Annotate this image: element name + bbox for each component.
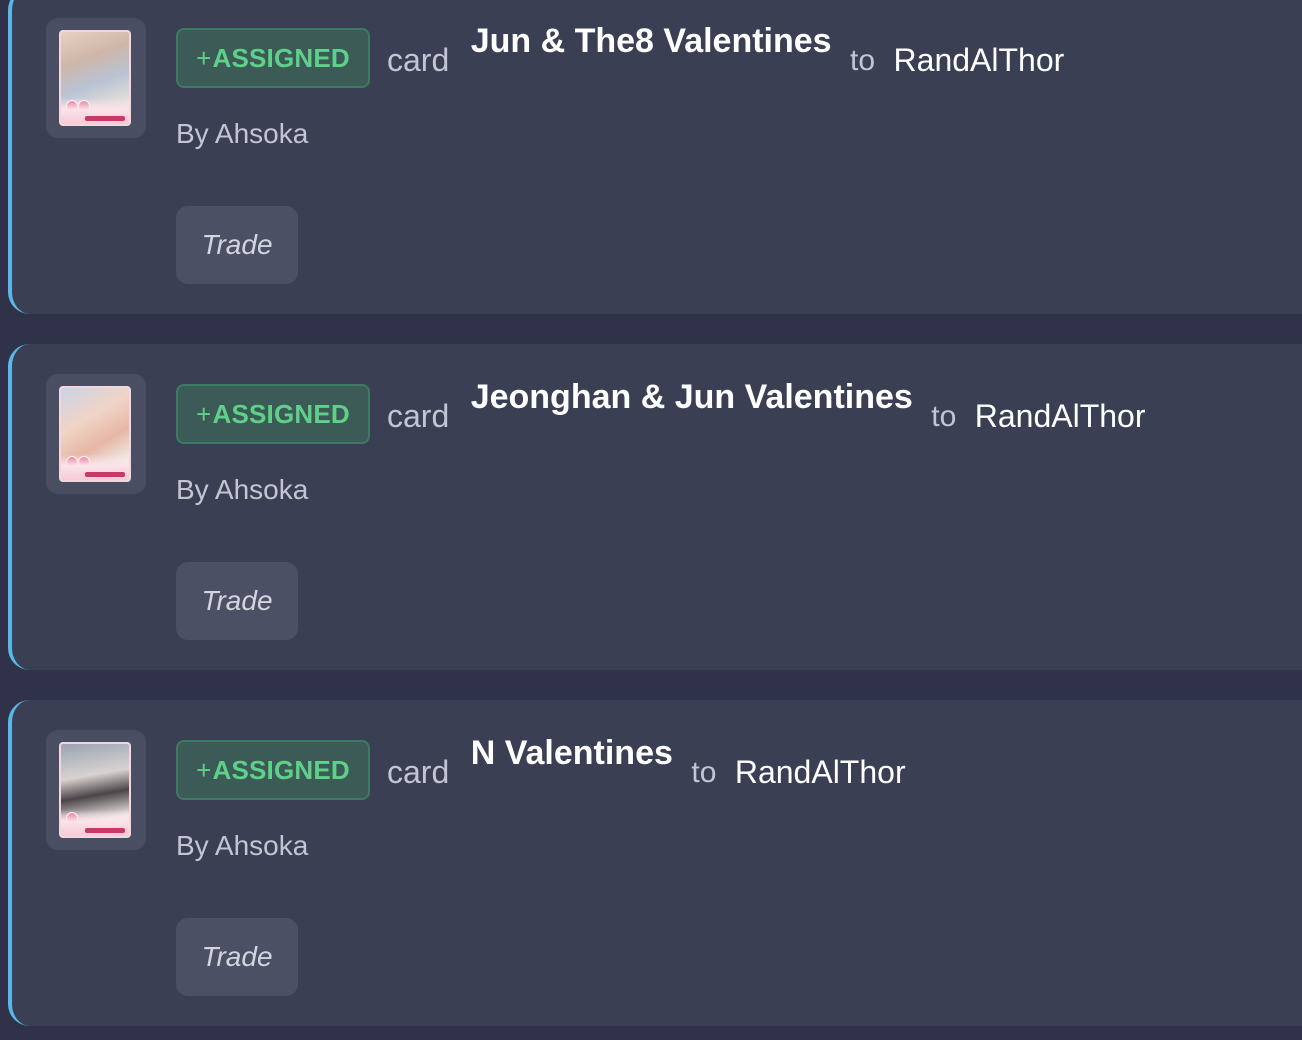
assigned-badge: +ASSIGNED [176, 384, 370, 444]
author-byline: By Ahsoka [176, 474, 309, 505]
activity-entry: +ASSIGNED card N Valentines to RandAlTho… [8, 700, 1302, 1026]
badge-label: ASSIGNED [212, 755, 350, 785]
trade-button[interactable]: Trade [176, 206, 298, 284]
assigned-badge: +ASSIGNED [176, 740, 370, 800]
card-thumbnail[interactable] [46, 730, 146, 850]
activity-feed: +ASSIGNED card Jun & The8 Valentines to … [0, 0, 1302, 1040]
to-word: to [931, 400, 957, 433]
badge-label: ASSIGNED [212, 399, 350, 429]
card-image [59, 742, 131, 838]
card-word: card [387, 42, 450, 78]
to-word: to [850, 44, 876, 77]
recipient-link[interactable]: RandAlThor [975, 398, 1146, 435]
recipient-link[interactable]: RandAlThor [735, 754, 906, 791]
plus-icon: + [196, 755, 212, 785]
card-thumbnail[interactable] [46, 374, 146, 494]
card-image [59, 30, 131, 126]
card-title-link[interactable]: Jeonghan & Jun Valentines [471, 378, 913, 417]
card-image [59, 386, 131, 482]
trade-button[interactable]: Trade [176, 562, 298, 640]
card-word: card [387, 754, 450, 790]
badge-label: ASSIGNED [212, 43, 350, 73]
assigned-badge: +ASSIGNED [176, 28, 370, 88]
trade-button[interactable]: Trade [176, 918, 298, 996]
card-tag [85, 828, 125, 833]
to-word: to [691, 756, 717, 789]
card-tag [85, 116, 125, 121]
activity-entry: +ASSIGNED card Jun & The8 Valentines to … [8, 0, 1302, 314]
author-byline: By Ahsoka [176, 118, 309, 149]
activity-headline: card Jeonghan & Jun Valentines to RandAl… [387, 364, 1146, 435]
plus-icon: + [196, 399, 212, 429]
card-word: card [387, 398, 450, 434]
card-title-link[interactable]: Jun & The8 Valentines [471, 22, 832, 61]
card-tag [85, 472, 125, 477]
author-byline: By Ahsoka [176, 830, 309, 861]
card-thumbnail[interactable] [46, 18, 146, 138]
activity-headline: card N Valentines to RandAlThor [387, 720, 906, 791]
plus-icon: + [196, 43, 212, 73]
activity-headline: card Jun & The8 Valentines to RandAlThor [387, 8, 1064, 79]
card-title-link[interactable]: N Valentines [471, 734, 673, 773]
recipient-link[interactable]: RandAlThor [894, 42, 1065, 79]
activity-entry: +ASSIGNED card Jeonghan & Jun Valentines… [8, 344, 1302, 670]
